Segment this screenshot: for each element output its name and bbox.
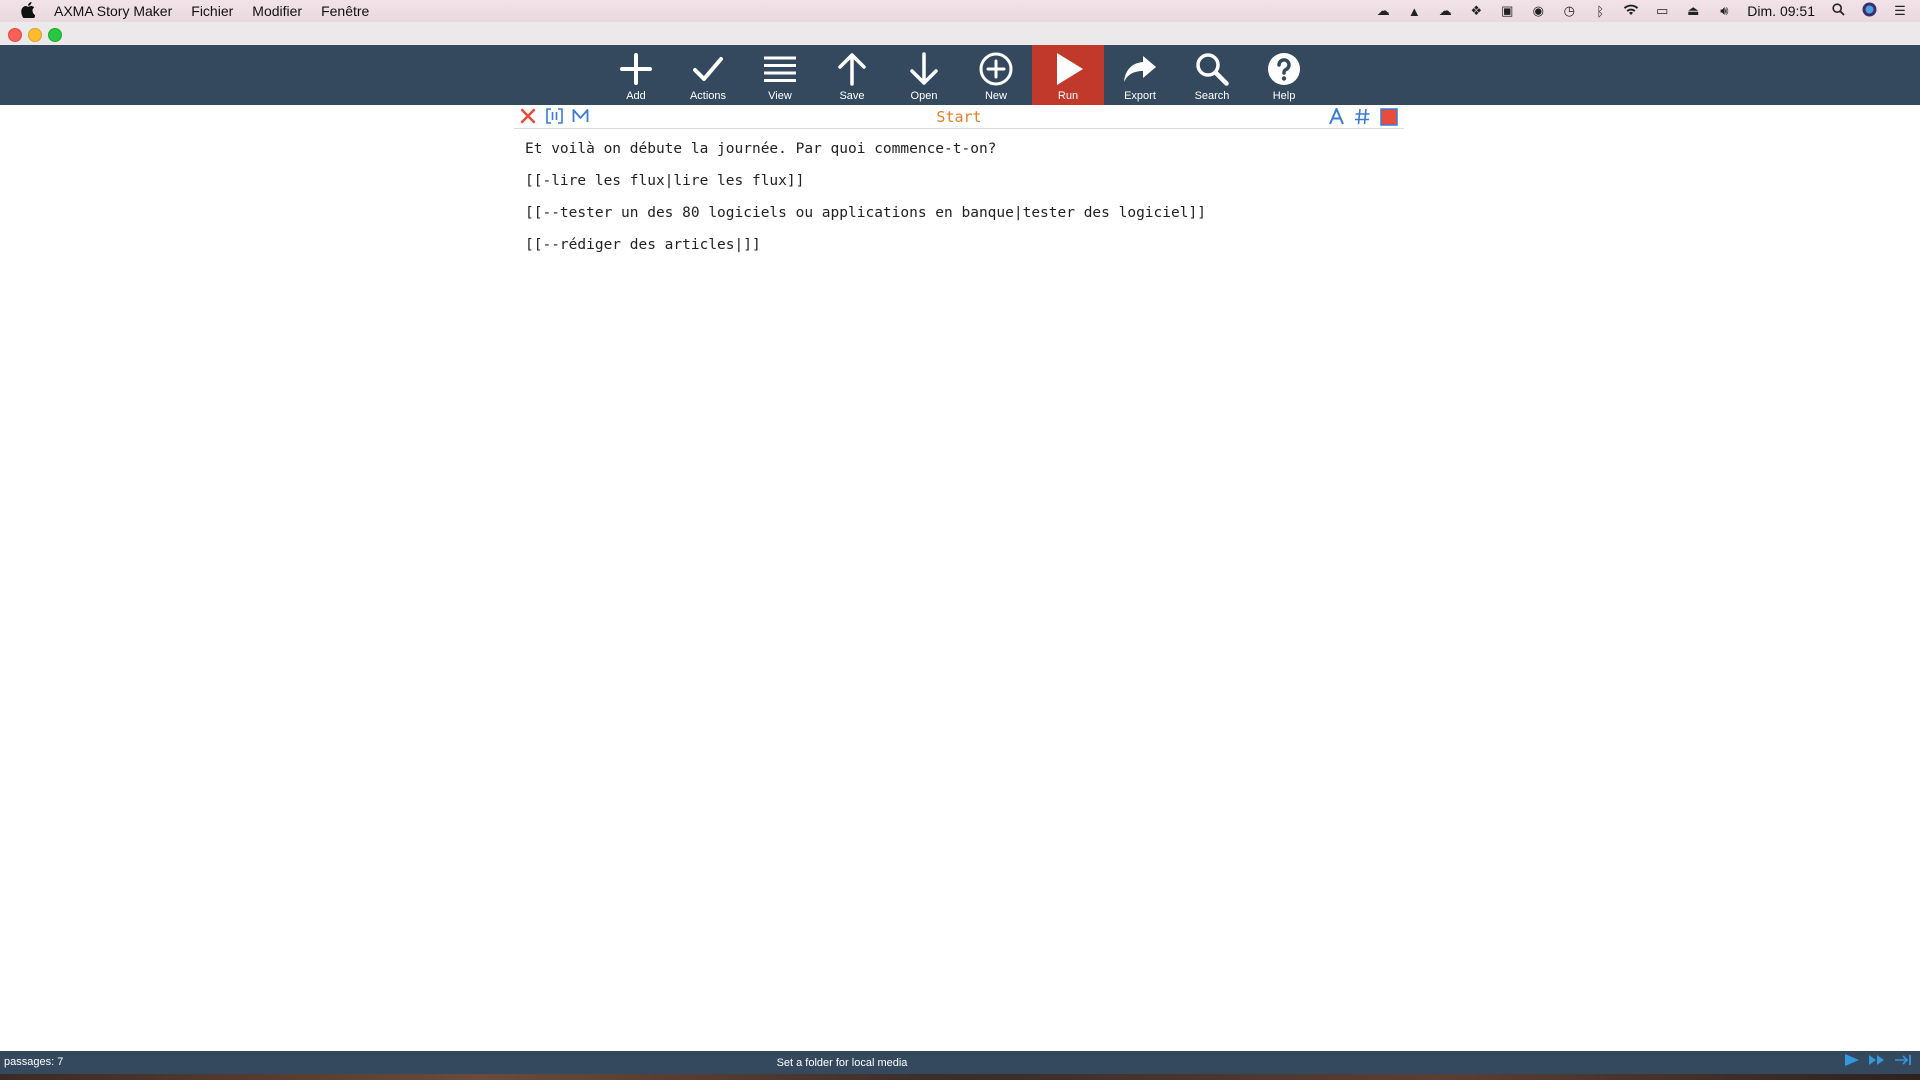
passage-title[interactable]: Start xyxy=(514,108,1404,126)
creative-cloud-icon[interactable]: ☁ xyxy=(1375,3,1391,19)
bluetooth-icon[interactable]: ᛒ xyxy=(1592,4,1608,19)
wifi-icon[interactable] xyxy=(1623,4,1639,19)
search-button[interactable]: Search xyxy=(1176,45,1248,105)
cloud-icon[interactable]: ☁ xyxy=(1437,3,1453,19)
inbox-icon[interactable]: ▣ xyxy=(1499,3,1515,19)
export-label: Export xyxy=(1124,90,1156,102)
new-label: New xyxy=(984,90,1007,102)
add-button[interactable]: Add xyxy=(600,45,672,105)
step-end-icon[interactable] xyxy=(1894,1053,1912,1071)
help-circle-icon xyxy=(1268,53,1300,85)
play-icon xyxy=(1057,53,1083,85)
search-icon xyxy=(1196,53,1229,86)
dropbox-icon[interactable]: ❖ xyxy=(1468,3,1484,19)
desktop-background-strip xyxy=(0,1074,1920,1080)
clock[interactable]: Dim. 09:51 xyxy=(1747,3,1815,19)
menu-fenetre[interactable]: Fenêtre xyxy=(321,3,369,19)
eject-icon[interactable]: ⏏ xyxy=(1685,3,1701,19)
hash-icon[interactable] xyxy=(1354,108,1371,126)
arrow-down-icon xyxy=(910,52,938,85)
actions-button[interactable]: Actions xyxy=(672,45,744,105)
close-window-button[interactable] xyxy=(8,28,22,42)
passage-editor[interactable]: Et voilà on débute la journée. Par quoi … xyxy=(525,139,1405,267)
plus-icon xyxy=(620,53,652,85)
plus-circle-icon xyxy=(979,52,1013,86)
save-button[interactable]: Save xyxy=(816,45,888,105)
list-icon[interactable]: ☰ xyxy=(1892,3,1908,19)
status-bar: passages: 7 Set a folder for local media xyxy=(0,1051,1920,1074)
search-label: Search xyxy=(1194,90,1230,102)
view-label: View xyxy=(768,90,792,102)
app-name-menu[interactable]: AXMA Story Maker xyxy=(54,3,172,19)
window-title-bar xyxy=(0,22,1920,46)
help-button[interactable]: Help xyxy=(1248,45,1320,105)
local-media-message[interactable]: Set a folder for local media xyxy=(0,1057,1684,1069)
add-label: Add xyxy=(626,90,646,102)
help-label: Help xyxy=(1272,90,1296,102)
font-icon[interactable] xyxy=(1328,106,1345,126)
color-swatch-icon[interactable] xyxy=(1380,108,1398,126)
export-button[interactable]: Export xyxy=(1104,45,1176,105)
play-icon[interactable] xyxy=(1844,1053,1860,1071)
spotlight-icon[interactable] xyxy=(1830,3,1846,19)
siri-icon[interactable] xyxy=(1861,2,1877,20)
volume-icon[interactable]: 🔊︎ xyxy=(1716,3,1732,19)
time-machine-icon[interactable]: ◷ xyxy=(1561,3,1577,19)
minimize-window-button[interactable] xyxy=(28,28,42,42)
zoom-window-button[interactable] xyxy=(48,28,62,42)
menu-fichier[interactable]: Fichier xyxy=(191,3,233,19)
passage-link-line[interactable]: [[--rédiger des articles|]] xyxy=(525,235,1405,267)
menu-bar: AXMA Story Maker Fichier Modifier Fenêtr… xyxy=(0,0,1920,22)
open-label: Open xyxy=(910,90,938,102)
passage-link-line[interactable]: [[-lire les flux|lire les flux]] xyxy=(525,171,1405,203)
main-toolbar: Add Actions View Save Open New Run Expor… xyxy=(0,45,1920,105)
arrow-up-icon xyxy=(838,53,866,86)
save-label: Save xyxy=(839,90,865,102)
passage-text-line[interactable]: Et voilà on débute la journée. Par quoi … xyxy=(525,139,1405,171)
actions-label: Actions xyxy=(689,90,727,102)
passage-header: Start xyxy=(514,106,1404,129)
toggle-icon[interactable]: ◉ xyxy=(1530,3,1546,19)
view-button[interactable]: View xyxy=(744,45,816,105)
menu-modifier[interactable]: Modifier xyxy=(252,3,302,19)
open-button[interactable]: Open xyxy=(888,45,960,105)
share-arrow-icon xyxy=(1124,56,1156,82)
airplay-icon[interactable]: ▭ xyxy=(1654,3,1670,19)
fast-forward-icon[interactable] xyxy=(1868,1053,1886,1071)
run-label: Run xyxy=(1057,90,1079,102)
passage-link-line[interactable]: [[--tester un des 80 logiciels ou applic… xyxy=(525,203,1405,235)
check-icon xyxy=(693,57,723,81)
apple-logo-icon[interactable] xyxy=(20,1,36,21)
google-drive-icon[interactable]: ▲ xyxy=(1406,4,1422,19)
menu-icon xyxy=(764,56,796,82)
run-button[interactable]: Run xyxy=(1032,45,1104,105)
new-button[interactable]: New xyxy=(960,45,1032,105)
